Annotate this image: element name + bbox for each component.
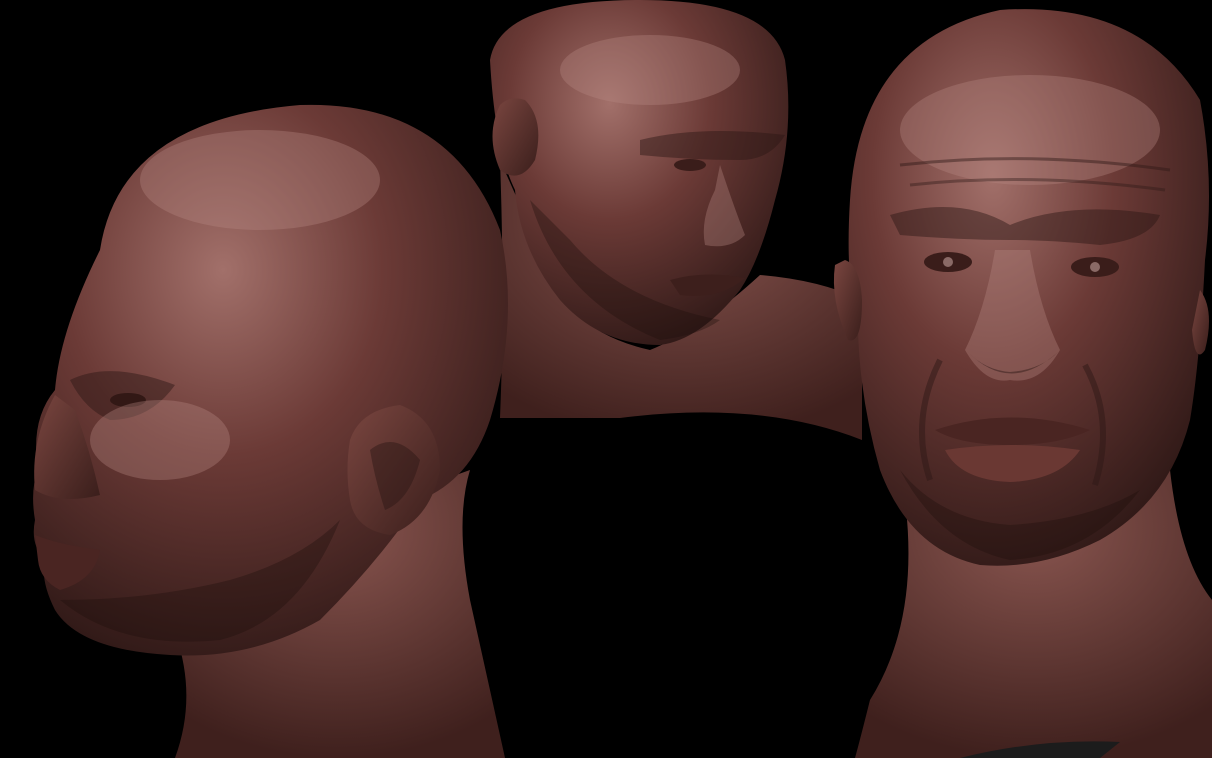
skull-highlight: [140, 130, 380, 230]
cheek-highlight: [90, 400, 230, 480]
forehead-highlight: [560, 35, 740, 105]
iris-left: [943, 257, 953, 267]
forehead-highlight: [900, 75, 1160, 185]
sculpt-render-viewport: [0, 0, 1212, 758]
clay-head-render: [0, 0, 1212, 758]
iris-right: [1090, 262, 1100, 272]
ear: [492, 98, 539, 176]
eye: [674, 159, 706, 171]
